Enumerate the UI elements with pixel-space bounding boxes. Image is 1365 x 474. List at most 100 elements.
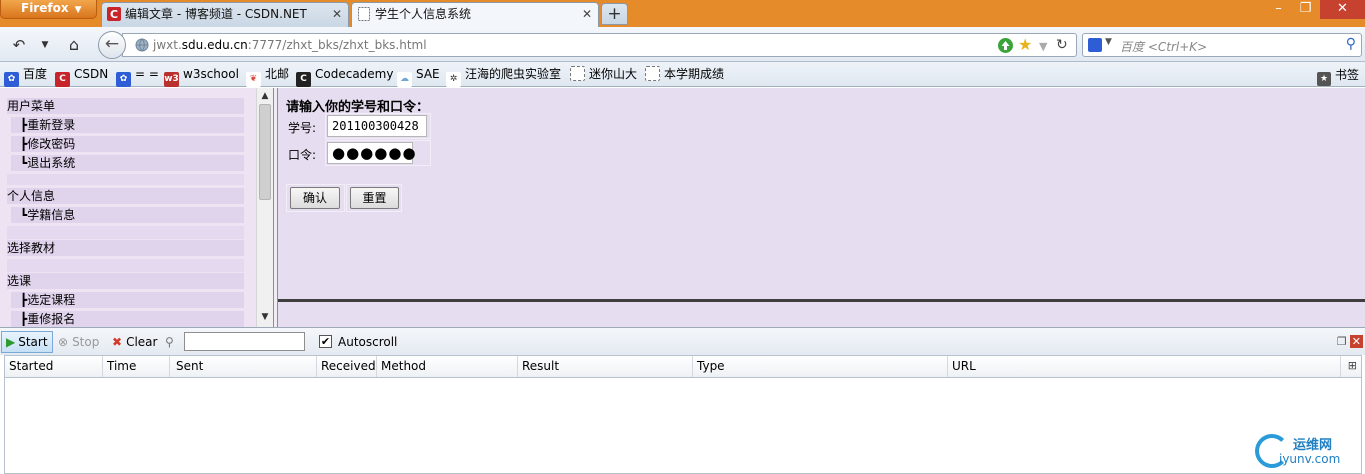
bookmark-baidu[interactable]: ✿ 百度 — [4, 66, 47, 87]
tab-label: 学生个人信息系统 — [375, 7, 472, 21]
student-id-input[interactable]: 201100300428 — [327, 115, 427, 137]
student-id-label: 学号: — [288, 121, 317, 135]
spider-icon: ✲ — [446, 72, 461, 87]
history-arrow-icon[interactable]: ↶ — [8, 36, 30, 54]
menu-item-retake-signup[interactable]: ┣重修报名 — [11, 311, 244, 327]
csdn-icon: C — [55, 72, 70, 87]
bookmark-label: SAE — [416, 67, 440, 81]
bookmark-mini-sdu[interactable]: 迷你山大 — [570, 66, 637, 82]
search-icon: ⚲ — [165, 335, 174, 349]
autoscroll-label: Autoscroll — [338, 335, 398, 349]
close-icon[interactable]: ✕ — [332, 3, 342, 25]
maximize-button[interactable]: ❐ — [1292, 0, 1319, 19]
tab-csdn[interactable]: C 编辑文章 - 博客频道 - CSDN.NET ✕ — [101, 2, 349, 27]
back-button[interactable]: ← — [98, 31, 126, 59]
navigation-toolbar: ↶ ▼ ⌂ jwxt.sdu.edu.cn:7777/zhxt_bks/zhxt… — [0, 27, 1365, 62]
column-method[interactable]: Method — [377, 356, 518, 377]
bookmark-codecademy[interactable]: C Codecademy — [296, 66, 393, 87]
column-picker-icon[interactable]: ⊞ — [1348, 359, 1357, 372]
back-arrow-icon: ← — [104, 34, 120, 54]
close-window-button[interactable]: ✕ — [1320, 0, 1365, 19]
filter-input[interactable] — [184, 332, 305, 351]
baidu-icon[interactable] — [1088, 38, 1102, 52]
column-url[interactable]: URL — [948, 356, 1341, 377]
tab-student-info[interactable]: 学生个人信息系统 ✕ — [351, 2, 599, 27]
bookmark-csdn[interactable]: C CSDN — [55, 66, 109, 87]
autoscroll-checkbox[interactable]: ✔ — [319, 335, 332, 348]
bookmark-grades[interactable]: 本学期成绩 — [645, 66, 724, 82]
url-text[interactable]: jwxt.sdu.edu.cn:7777/zhxt_bks/zhxt_bks.h… — [153, 38, 427, 52]
menu-spacer — [7, 259, 244, 272]
bookmark-label: w3school — [183, 67, 239, 81]
reset-button[interactable]: 重置 — [350, 187, 399, 209]
globe-icon — [135, 38, 149, 52]
page-content: 用户菜单 ┣重新登录 ┣修改密码 ┗退出系统 个人信息 ┗学籍信息 选择教材 选… — [0, 88, 1365, 327]
menu-item-selected-courses[interactable]: ┣选定课程 — [11, 292, 244, 308]
stop-label: Stop — [72, 335, 100, 349]
menu-group-user: 用户菜单 — [7, 98, 244, 114]
close-icon[interactable]: ✕ — [1349, 335, 1363, 348]
url-bar[interactable]: jwxt.sdu.edu.cn:7777/zhxt_bks/zhxt_bks.h… — [122, 33, 1077, 57]
menu-item-textbooks[interactable]: 选择教材 — [7, 240, 244, 256]
column-started[interactable]: Started — [5, 356, 103, 377]
bookmark-label: 北邮 — [265, 67, 290, 81]
search-icon[interactable]: ⚲ — [1346, 36, 1356, 52]
stop-button[interactable]: ⊗ Stop — [58, 334, 99, 350]
horizontal-frame-divider[interactable] — [278, 299, 1365, 302]
menu-item-status-info[interactable]: ┗学籍信息 — [11, 207, 244, 223]
minimize-button[interactable]: – — [1265, 0, 1292, 19]
start-button[interactable]: ▶ Start — [1, 331, 53, 353]
bookmark-byr[interactable]: ❦ 北邮 — [246, 66, 290, 87]
menu-item-change-password[interactable]: ┣修改密码 — [11, 136, 244, 152]
detach-icon[interactable]: ❐ — [1337, 335, 1347, 348]
chevron-up-icon[interactable]: ▲ — [257, 89, 273, 103]
bookmark-sae[interactable]: ☁ SAE — [397, 66, 440, 87]
firefox-menu-label: Firefox — [21, 1, 69, 15]
search-bar[interactable]: ▼ 百度 <Ctrl+K> ⚲ — [1082, 33, 1362, 57]
column-type[interactable]: Type — [693, 356, 948, 377]
menu-item-relogin[interactable]: ┣重新登录 — [11, 117, 244, 133]
w3school-icon: w3 — [164, 72, 179, 87]
panel-controls: ❐ ✕ — [1337, 335, 1363, 348]
chevron-down-icon[interactable]: ▼ — [1105, 37, 1112, 47]
clear-button[interactable]: ✖ Clear — [112, 334, 157, 350]
request-list[interactable] — [4, 378, 1362, 474]
chevron-down-icon[interactable]: ▼ — [38, 36, 52, 54]
blank-page-icon — [645, 66, 660, 81]
menu-item-logout[interactable]: ┗退出系统 — [11, 155, 244, 171]
search-placeholder: 百度 <Ctrl+K> — [1120, 40, 1208, 54]
bookmark-label: 迷你山大 — [589, 67, 638, 81]
bookmark-label: CSDN — [74, 67, 109, 81]
bookmark-spider-lab[interactable]: ✲ 汪海的爬虫实验室 — [446, 66, 561, 87]
scrollbar-thumb[interactable] — [259, 104, 271, 200]
column-sent[interactable]: Sent — [170, 356, 317, 377]
bookmarks-label: 书签 — [1334, 68, 1359, 82]
column-result[interactable]: Result — [518, 356, 693, 377]
httpfox-panel: ▶ Start ⊗ Stop ✖ Clear ⚲ ✔ Autoscroll ❐ ✕ St… — [0, 327, 1365, 474]
bookmark-equals[interactable]: ✿ = = — [116, 66, 159, 87]
close-icon[interactable]: ✕ — [582, 3, 592, 25]
star-icon[interactable]: ★ — [1018, 37, 1032, 53]
home-icon[interactable]: ⌂ — [64, 36, 84, 54]
url-host: jwxt. — [153, 38, 182, 52]
menu-group-personal: 个人信息 — [7, 188, 244, 204]
bookmark-w3school[interactable]: w3 w3school — [164, 66, 239, 87]
firefox-menu-button[interactable]: Firefox ▼ — [0, 0, 97, 19]
left-frame-scrollbar[interactable]: ▲ ▼ — [256, 88, 273, 327]
column-received[interactable]: Received — [317, 356, 377, 377]
chevron-down-icon[interactable]: ▼ — [257, 310, 273, 324]
svg-text:C: C — [110, 8, 118, 21]
menu-group-course-selection: 选课 — [7, 273, 244, 289]
password-input[interactable]: ●●●●●● — [327, 142, 416, 164]
httpfox-toolbar: ▶ Start ⊗ Stop ✖ Clear ⚲ ✔ Autoscroll ❐ ✕ — [0, 328, 1365, 355]
bookmarks-menu-button[interactable]: ★ 书签 — [1316, 66, 1359, 86]
column-time[interactable]: Time — [103, 356, 170, 377]
go-arrow-icon[interactable] — [997, 37, 1014, 54]
confirm-button[interactable]: 确认 — [290, 187, 340, 209]
baidu-icon: ✿ — [4, 72, 19, 87]
new-tab-button[interactable]: + — [601, 3, 628, 25]
login-frame: 请输入你的学号和口令： 学号: 201100300428 口令: ●●●●●● … — [278, 88, 1365, 327]
chevron-down-icon[interactable]: ▼ — [1039, 39, 1047, 55]
start-label: Start — [18, 335, 48, 349]
reload-icon[interactable]: ↻ — [1056, 37, 1068, 53]
